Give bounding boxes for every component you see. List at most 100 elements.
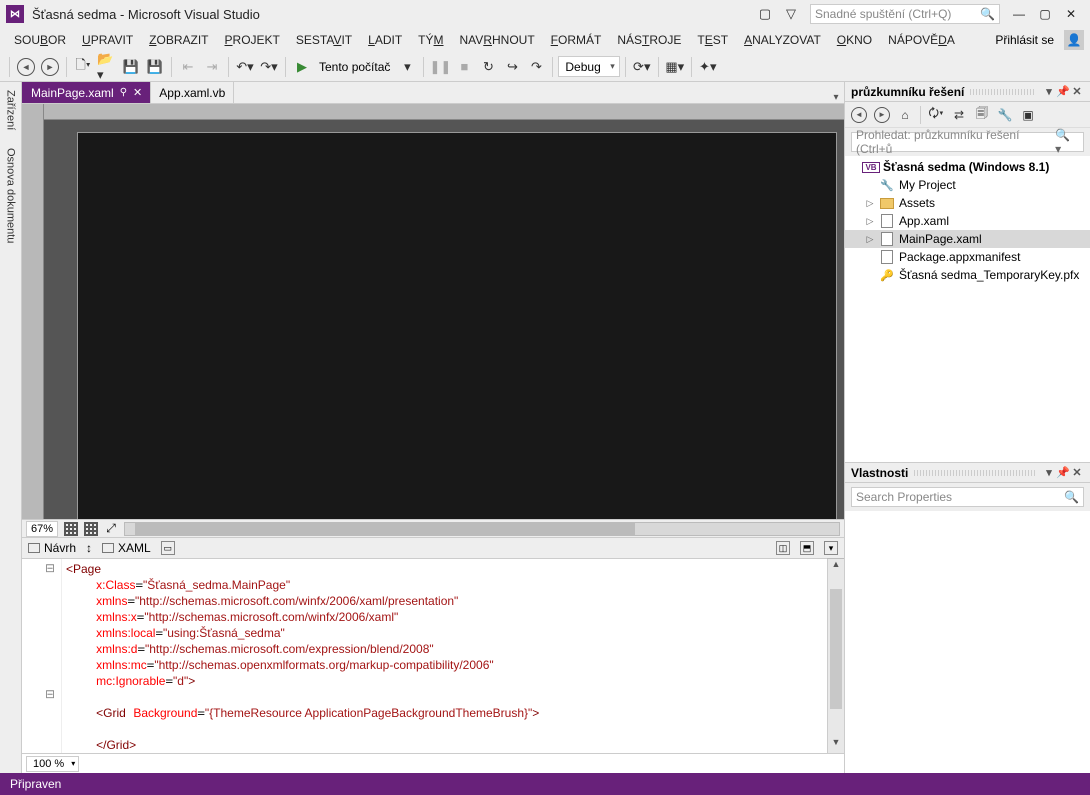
editor-area: MainPage.xaml ⚲ ✕ App.xaml.vb ▾ 67% ⤢ Ná…	[22, 82, 845, 773]
properties-search-input[interactable]: Search Properties 🔍	[851, 487, 1084, 507]
pause-button[interactable]: ❚❚	[429, 56, 451, 78]
home-icon[interactable]: ⌂	[895, 105, 915, 125]
pane-xaml-tab[interactable]: XAML	[102, 541, 151, 555]
show-all-icon[interactable]: 🗐	[972, 105, 992, 125]
code-zoom-dropdown[interactable]: 100 %	[26, 756, 79, 772]
pin-icon[interactable]: 📌	[1056, 466, 1070, 479]
menu-sestavit[interactable]: SESTAVIT	[288, 30, 360, 50]
restart-button[interactable]: ↻	[477, 56, 499, 78]
xaml-code-editor[interactable]: ↕ ⊟ ⊟ <Page x:Class="Šťasná_sedma.MainPa…	[22, 559, 844, 753]
tree-mainpage[interactable]: ▷ MainPage.xaml	[845, 230, 1090, 248]
tab-mainpage[interactable]: MainPage.xaml ⚲ ✕	[22, 82, 151, 103]
collapse-pane-icon[interactable]: ▾	[824, 541, 838, 555]
maximize-button[interactable]: ▢	[1036, 5, 1054, 23]
redo-button[interactable]: ↷▾	[258, 56, 280, 78]
solution-explorer-header[interactable]: průzkumníku řešení ▾ 📌 ✕	[845, 82, 1090, 102]
config-dropdown[interactable]: Debug	[558, 56, 619, 77]
notifications-icon[interactable]: ▢	[755, 4, 775, 24]
snap-lines-icon[interactable]: ⤢	[104, 521, 118, 536]
save-all-button[interactable]: 💾	[144, 56, 166, 78]
outdent-button[interactable]: ⇤	[177, 56, 199, 78]
close-tab-icon[interactable]: ✕	[133, 86, 142, 99]
menu-zobrazit[interactable]: ZOBRAZIT	[141, 30, 216, 50]
left-tool-strip: Zařízení Osnova dokumentu	[0, 82, 22, 773]
pin-icon[interactable]: ⚲	[120, 87, 127, 98]
xaml-expand-icon[interactable]: ▭	[161, 541, 175, 555]
fold-icon[interactable]: ⊟	[22, 687, 55, 701]
nav-back-button[interactable]: ◄	[849, 105, 869, 125]
indent-button[interactable]: ⇥	[201, 56, 223, 78]
properties-icon[interactable]: 🔧	[995, 105, 1015, 125]
menu-okno[interactable]: OKNO	[829, 30, 880, 50]
minimize-button[interactable]: —	[1010, 5, 1028, 23]
xaml-designer[interactable]	[22, 104, 844, 519]
tree-pfx[interactable]: 🔑 Šťasná sedma_TemporaryKey.pfx	[845, 266, 1090, 284]
solution-search-input[interactable]: Prohledat: průzkumníku řešení (Ctrl+ů 🔍 …	[851, 132, 1084, 152]
menu-format[interactable]: FORMÁT	[543, 30, 610, 50]
document-tabs: MainPage.xaml ⚲ ✕ App.xaml.vb ▾	[22, 82, 844, 104]
menu-nastroje[interactable]: NÁSTROJE	[609, 30, 689, 50]
feedback-icon[interactable]: ▽	[781, 4, 801, 24]
step-over-button[interactable]: ↷	[525, 56, 547, 78]
solution-tree[interactable]: VB Šťasná sedma (Windows 8.1) 🔧 My Proje…	[845, 156, 1090, 462]
stop-button[interactable]: ■	[453, 56, 475, 78]
sign-in-link[interactable]: Přihlásit se	[989, 30, 1060, 50]
save-button[interactable]: 💾	[120, 56, 142, 78]
nav-back-button[interactable]: ◄	[15, 56, 37, 78]
close-button[interactable]: ✕	[1062, 5, 1080, 23]
menu-test[interactable]: TEST	[689, 30, 736, 50]
menu-soubor[interactable]: SOUBOR	[6, 30, 74, 50]
tree-myproject[interactable]: 🔧 My Project	[845, 176, 1090, 194]
open-button[interactable]: 📂▾	[96, 56, 118, 78]
code-vscrollbar[interactable]: ▲▼	[827, 559, 844, 753]
design-hscrollbar[interactable]	[124, 522, 840, 536]
panel-menu-icon[interactable]: ▾	[1042, 85, 1056, 98]
fold-icon[interactable]: ⊟	[22, 561, 55, 575]
close-panel-icon[interactable]: ✕	[1070, 466, 1084, 479]
menu-navrhnout[interactable]: NAVRHNOUT	[452, 30, 543, 50]
nav-fwd-button[interactable]: ►	[39, 56, 61, 78]
menu-upravit[interactable]: UPRAVIT	[74, 30, 141, 50]
nav-fwd-button[interactable]: ►	[872, 105, 892, 125]
swap-panes-icon[interactable]: ↕	[86, 541, 92, 555]
design-zoom-dropdown[interactable]: 67%	[26, 521, 58, 537]
left-tab-zarizeni[interactable]: Zařízení	[3, 86, 19, 134]
split-vertical-icon[interactable]: ◫	[776, 541, 790, 555]
properties-header[interactable]: Vlastnosti ▾ 📌 ✕	[845, 463, 1090, 483]
sync-icon[interactable]: ⇄	[949, 105, 969, 125]
left-tab-osnova[interactable]: Osnova dokumentu	[3, 144, 19, 247]
undo-button[interactable]: ↶▾	[234, 56, 256, 78]
avatar-icon[interactable]: 👤	[1064, 30, 1084, 50]
menu-napoveda[interactable]: NÁPOVĚDA	[880, 30, 963, 50]
menu-projekt[interactable]: PROJEKT	[217, 30, 288, 50]
layout-button[interactable]: ▦▾	[664, 56, 686, 78]
menu-tym[interactable]: TÝM	[410, 30, 451, 50]
new-project-button[interactable]: 🗋▾	[72, 56, 94, 78]
snap-toggle-icon[interactable]	[84, 522, 98, 536]
step-button[interactable]: ↪	[501, 56, 523, 78]
quick-launch-input[interactable]: Snadné spuštění (Ctrl+Q) 🔍	[810, 4, 1000, 24]
effects-button[interactable]: ✦▾	[697, 56, 719, 78]
tab-appxaml[interactable]: App.xaml.vb	[150, 82, 234, 103]
tree-root[interactable]: VB Šťasná sedma (Windows 8.1)	[845, 158, 1090, 176]
pin-icon[interactable]: 📌	[1056, 85, 1070, 98]
panel-menu-icon[interactable]: ▾	[1042, 466, 1056, 479]
menu-ladit[interactable]: LADIT	[360, 30, 410, 50]
tree-manifest[interactable]: Package.appxmanifest	[845, 248, 1090, 266]
refresh-icon[interactable]: 🗘▾	[926, 105, 946, 125]
grid-toggle-icon[interactable]	[64, 522, 78, 536]
close-panel-icon[interactable]: ✕	[1070, 85, 1084, 98]
debug-target-label[interactable]: Tento počítač	[315, 60, 394, 74]
tabs-overflow-icon[interactable]: ▾	[828, 92, 844, 103]
start-debug-button[interactable]: ▶	[291, 56, 313, 78]
split-horizontal-icon[interactable]: ⬒	[800, 541, 814, 555]
refresh-button[interactable]: ⟳▾	[631, 56, 653, 78]
menu-analyzovat[interactable]: ANALYZOVAT	[736, 30, 829, 50]
design-canvas[interactable]	[77, 132, 837, 519]
code-content[interactable]: <Page x:Class="Šťasná_sedma.MainPage" xm…	[62, 559, 827, 753]
pane-design-tab[interactable]: Návrh	[28, 541, 76, 555]
tree-appxaml[interactable]: ▷ App.xaml	[845, 212, 1090, 230]
debug-target-dd[interactable]: ▾	[396, 56, 418, 78]
tree-assets[interactable]: ▷ Assets	[845, 194, 1090, 212]
collapse-icon[interactable]: ▣	[1018, 105, 1038, 125]
